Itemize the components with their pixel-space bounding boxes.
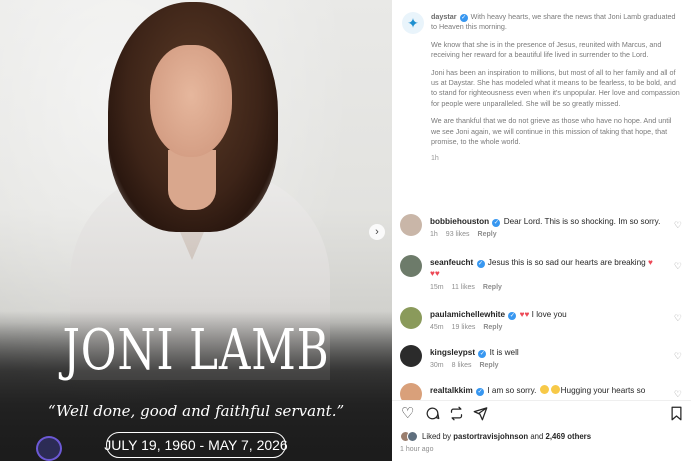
comments-list[interactable]: bobbiehouston ✓ Dear Lord. This is so sh… bbox=[392, 210, 691, 400]
reply-button[interactable]: Reply bbox=[478, 231, 497, 238]
verified-icon: ✓ bbox=[476, 260, 485, 268]
like-comment-heart-icon[interactable]: ♡ bbox=[674, 351, 682, 362]
share-icon[interactable] bbox=[473, 406, 488, 424]
comment-time: 45m bbox=[430, 324, 444, 331]
sad-face-icon bbox=[539, 385, 549, 394]
daystar-avatar[interactable]: ✦ bbox=[402, 12, 424, 34]
red-heart-icon: ♥ bbox=[648, 258, 653, 267]
reply-button[interactable]: Reply bbox=[483, 284, 502, 291]
like-comment-heart-icon[interactable]: ♡ bbox=[674, 313, 682, 324]
star-icon: ✦ bbox=[407, 14, 419, 31]
red-heart-icon: ♥♥ bbox=[519, 310, 530, 319]
comment-text: Jesus this is so sad our hearts are brea… bbox=[487, 258, 646, 267]
caption-paragraph-1: With heavy hearts, we share the news tha… bbox=[431, 12, 676, 32]
post-actions-bar: ♡ bbox=[392, 400, 691, 426]
liked-by-count[interactable]: 2,469 others bbox=[546, 432, 592, 441]
commenter-avatar[interactable] bbox=[400, 255, 422, 277]
portrait-face bbox=[150, 45, 232, 157]
repost-icon[interactable] bbox=[449, 406, 464, 424]
verified-icon: ✓ bbox=[478, 350, 487, 358]
comment-text: Dear Lord. This is so shocking. Im so so… bbox=[503, 217, 661, 226]
post-timestamp: 1 hour ago bbox=[400, 446, 434, 453]
comment-time: 15m bbox=[430, 284, 444, 291]
post-image[interactable]: JONI LAMB “Well done, good and faithful … bbox=[0, 0, 392, 461]
comment-icon[interactable] bbox=[425, 406, 440, 424]
comment-username[interactable]: realtalkkim bbox=[430, 386, 473, 395]
carousel-next-button[interactable]: › bbox=[369, 224, 385, 240]
sad-face-icon bbox=[550, 385, 560, 394]
liked-by-connector: and bbox=[530, 431, 544, 441]
caption-time: 1h bbox=[431, 155, 439, 163]
commenter-avatar[interactable] bbox=[400, 345, 422, 367]
memorial-name: JONI LAMB bbox=[62, 318, 330, 383]
caption-paragraph-4: We are thankful that we do not grieve as… bbox=[431, 116, 672, 147]
portrait-neck bbox=[168, 150, 216, 210]
liked-by-prefix: Liked by bbox=[422, 431, 452, 441]
comment-username[interactable]: bobbiehouston bbox=[430, 217, 489, 226]
commenter-avatar[interactable] bbox=[400, 307, 422, 329]
likes-summary[interactable]: Liked by pastortravisjohnson and 2,469 o… bbox=[400, 429, 591, 443]
post-panel: ✦ daystar ✓ With heavy hearts, we share … bbox=[392, 0, 691, 461]
commenter-avatar[interactable] bbox=[400, 383, 422, 400]
memorial-quote: “Well done, good and faithful servant.” bbox=[47, 402, 345, 420]
caption-username[interactable]: daystar bbox=[431, 12, 457, 21]
caption-paragraph-2: We know that she is in the presence of J… bbox=[431, 39, 662, 60]
comment-username[interactable]: seanfeucht bbox=[430, 258, 473, 267]
red-heart-icon: ♥ bbox=[434, 269, 440, 278]
memorial-dates: JULY 19, 1960 - MAY 7, 2026 bbox=[104, 432, 288, 458]
comment-text: I love you bbox=[531, 310, 567, 319]
liker-avatar bbox=[407, 430, 418, 442]
like-heart-icon[interactable]: ♡ bbox=[401, 406, 414, 421]
comment-time: 30m bbox=[430, 362, 444, 369]
liked-by-user[interactable]: pastortravisjohnson bbox=[453, 432, 528, 441]
post-caption: ✦ daystar ✓ With heavy hearts, we share … bbox=[392, 0, 691, 210]
like-comment-heart-icon[interactable]: ♡ bbox=[674, 389, 682, 400]
bookmark-icon[interactable] bbox=[670, 406, 683, 424]
comment-likes[interactable]: 19 likes bbox=[452, 324, 476, 331]
comment-likes[interactable]: 8 likes bbox=[452, 362, 472, 369]
comment-likes[interactable]: 93 likes bbox=[446, 231, 470, 238]
comment-likes[interactable]: 11 likes bbox=[452, 284, 475, 291]
caption-paragraph-3: Joni has been an inspiration to millions… bbox=[431, 67, 680, 108]
comment-username[interactable]: paulamichellewhite bbox=[430, 310, 505, 319]
verified-icon: ✓ bbox=[492, 219, 501, 227]
commenter-avatar[interactable] bbox=[400, 214, 422, 236]
comment-text: I am so sorry. bbox=[487, 386, 537, 395]
comment-username[interactable]: kingsleypst bbox=[430, 348, 475, 357]
chevron-right-icon: › bbox=[375, 226, 379, 238]
verified-icon: ✓ bbox=[508, 312, 517, 320]
comment-time: 1h bbox=[430, 231, 438, 238]
like-comment-heart-icon[interactable]: ♡ bbox=[674, 220, 682, 231]
verified-icon: ✓ bbox=[459, 14, 468, 22]
profile-badge-icon bbox=[36, 436, 62, 461]
comment-text-continued: Hugging your hearts so bbox=[560, 386, 646, 395]
comment-text: It is well bbox=[489, 348, 519, 357]
reply-button[interactable]: Reply bbox=[483, 324, 502, 331]
verified-icon: ✓ bbox=[476, 388, 485, 396]
like-comment-heart-icon[interactable]: ♡ bbox=[674, 261, 682, 272]
reply-button[interactable]: Reply bbox=[479, 362, 498, 369]
